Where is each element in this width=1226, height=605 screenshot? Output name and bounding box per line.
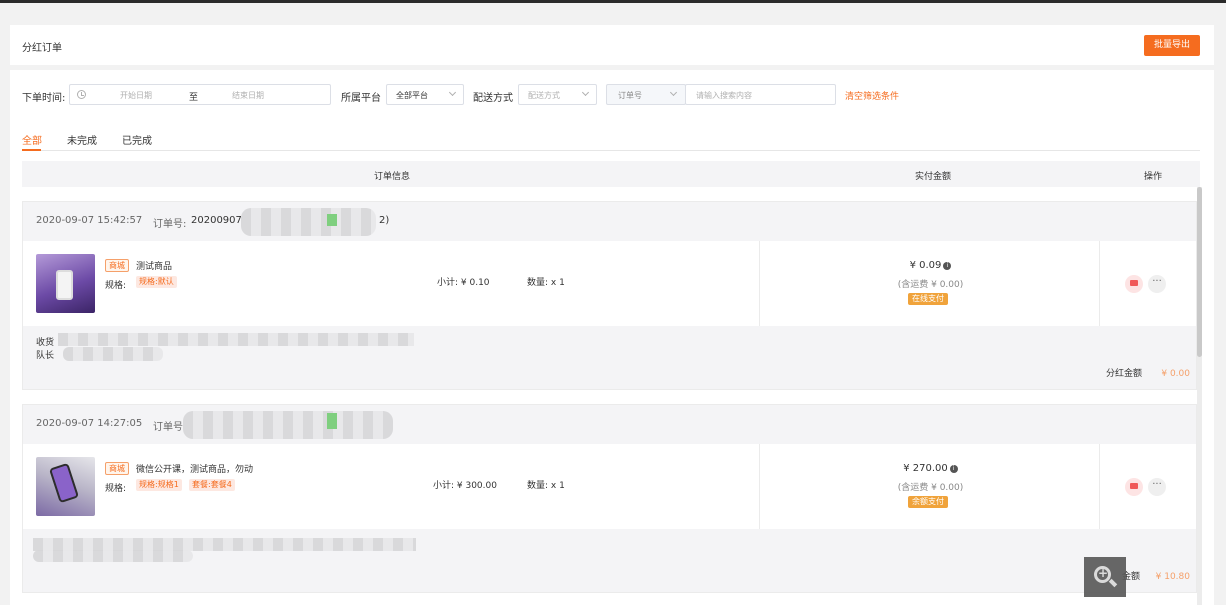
order-time: 2020-09-07 15:42:57 bbox=[36, 215, 143, 226]
shipping-fee: (含运费 ¥ 0.00) bbox=[897, 483, 964, 493]
search-type-select[interactable]: 订单号 bbox=[606, 84, 686, 105]
delivery-select-placeholder: 配送方式 bbox=[528, 91, 560, 100]
zoom-in-icon[interactable] bbox=[1084, 557, 1126, 597]
tab-all[interactable]: 全部 bbox=[22, 132, 42, 147]
chevron-down-icon bbox=[448, 88, 457, 97]
quantity: 数量: x 1 bbox=[527, 278, 565, 288]
dividend-amount: ¥ 0.00 bbox=[1161, 369, 1190, 379]
shop-tag: 商城 bbox=[105, 259, 129, 272]
phone-image bbox=[48, 462, 80, 504]
clock-icon bbox=[77, 90, 86, 99]
active-tab-indicator bbox=[22, 149, 41, 151]
batch-export-button[interactable]: 批量导出 bbox=[1144, 35, 1200, 56]
main-panel: 下单时间: 开始日期 至 结束日期 所属平台 全部平台 配送方式 配送方式 订单… bbox=[10, 70, 1214, 605]
message-icon[interactable] bbox=[1125, 275, 1143, 293]
subtotal: 小计: ¥ 300.00 bbox=[433, 481, 497, 491]
redacted-leader-info bbox=[63, 347, 163, 361]
phone-image bbox=[56, 270, 73, 300]
column-paid-amount: 实付金额 bbox=[915, 172, 952, 182]
order-footer: 金额 ¥ 10.80 bbox=[23, 530, 1196, 593]
redacted-leader-info bbox=[33, 550, 193, 562]
pay-method-badge: 余额支付 bbox=[908, 496, 948, 508]
spec-label: 规格: bbox=[105, 484, 127, 494]
table-header: 订单信息 实付金额 操作 bbox=[22, 161, 1200, 187]
redacted-order-no bbox=[241, 208, 376, 236]
paid-amount: ¥ 0.09 i bbox=[763, 260, 1098, 271]
order-footer: 收货 队长 分红金额 ¥ 0.00 bbox=[23, 327, 1196, 390]
chevron-down-icon bbox=[581, 88, 590, 97]
info-icon[interactable]: i bbox=[949, 465, 958, 473]
order-no-value: 20200907 bbox=[191, 215, 242, 226]
subtotal: 小计: ¥ 0.10 bbox=[437, 278, 490, 288]
search-input[interactable]: 请输入搜索内容 bbox=[685, 84, 836, 105]
scrollbar-thumb[interactable] bbox=[1197, 187, 1202, 357]
paid-amount-value: ¥ 270.00 bbox=[903, 463, 948, 474]
order-no-tail: 2) bbox=[379, 215, 390, 226]
vertical-scrollbar[interactable] bbox=[1197, 187, 1202, 605]
order-time-label: 下单时间: bbox=[22, 93, 66, 104]
page-title: 分红订单 bbox=[22, 43, 62, 54]
leader-label: 队长 bbox=[36, 351, 55, 361]
redacted-receiver-info bbox=[58, 333, 414, 346]
spec-tag: 规格:默认 bbox=[136, 276, 177, 288]
product-name: 微信公开课，测试商品，勿动 bbox=[136, 465, 254, 475]
delivery-select[interactable]: 配送方式 bbox=[518, 84, 597, 105]
spec-tag: 规格:规格1 bbox=[136, 479, 182, 491]
range-separator: 至 bbox=[189, 93, 199, 103]
paid-amount-value: ¥ 0.09 bbox=[909, 260, 942, 271]
receiver-label: 收货 bbox=[36, 338, 55, 348]
order-no-label: 订单号 bbox=[153, 422, 183, 433]
search-type-value: 订单号 bbox=[618, 91, 642, 100]
search-input-placeholder: 请输入搜索内容 bbox=[696, 91, 752, 100]
quantity: 数量: x 1 bbox=[527, 481, 565, 491]
clear-filters-link[interactable]: 清空筛选条件 bbox=[845, 89, 899, 102]
column-actions: 操作 bbox=[1144, 172, 1163, 182]
dividend-amount: ¥ 10.80 bbox=[1155, 572, 1190, 582]
platform-select-value: 全部平台 bbox=[396, 91, 428, 100]
pay-method-badge: 在线支付 bbox=[908, 293, 948, 305]
order-header: 2020-09-07 15:42:57 订单号: 20200907 2) bbox=[23, 202, 1196, 240]
window-top-border bbox=[0, 0, 1226, 3]
chevron-down-icon bbox=[669, 88, 678, 97]
zoom-handle bbox=[1108, 578, 1118, 588]
order-time: 2020-09-07 14:27:05 bbox=[36, 418, 143, 429]
column-divider bbox=[759, 444, 760, 529]
column-divider bbox=[1099, 444, 1100, 529]
order-card: 2020-09-07 15:42:57 订单号: 20200907 2) 商城 … bbox=[22, 201, 1197, 390]
delivery-label: 配送方式 bbox=[473, 93, 513, 104]
product-thumbnail[interactable] bbox=[36, 254, 95, 313]
spec-label: 规格: bbox=[105, 281, 127, 291]
product-thumbnail[interactable] bbox=[36, 457, 95, 516]
redaction-mark bbox=[327, 413, 337, 429]
dividend-label: 分红金额 bbox=[1105, 369, 1142, 379]
order-item-row: 商城 微信公开课，测试商品，勿动 规格: 规格:规格1 套餐:套餐4 小计: ¥… bbox=[23, 444, 1196, 529]
column-divider bbox=[1099, 241, 1100, 326]
order-item-row: 商城 测试商品 规格: 规格:默认 小计: ¥ 0.10 数量: x 1 ¥ 0… bbox=[23, 241, 1196, 326]
shipping-fee: (含运费 ¥ 0.00) bbox=[897, 280, 964, 290]
paid-amount: ¥ 270.00 i bbox=[763, 463, 1098, 474]
page-header: 分红订单 批量导出 bbox=[10, 25, 1214, 65]
date-range-picker[interactable]: 开始日期 至 结束日期 bbox=[69, 84, 331, 105]
more-icon[interactable]: ··· bbox=[1148, 478, 1166, 496]
column-order-info: 订单信息 bbox=[374, 172, 411, 182]
tab-completed[interactable]: 已完成 bbox=[122, 132, 152, 147]
product-name: 测试商品 bbox=[136, 262, 173, 272]
message-icon[interactable] bbox=[1125, 478, 1143, 496]
shop-tag: 商城 bbox=[105, 462, 129, 475]
order-header: 2020-09-07 14:27:05 订单号 bbox=[23, 405, 1196, 443]
column-divider bbox=[759, 241, 760, 326]
redaction-mark bbox=[327, 214, 337, 226]
order-card: 2020-09-07 14:27:05 订单号 商城 微信公开课，测试商品，勿动… bbox=[22, 404, 1197, 593]
tab-incomplete[interactable]: 未完成 bbox=[67, 132, 97, 147]
platform-select[interactable]: 全部平台 bbox=[386, 84, 464, 105]
order-no-label: 订单号: bbox=[153, 219, 187, 230]
platform-label: 所属平台 bbox=[341, 93, 381, 104]
redacted-order-no bbox=[183, 411, 393, 439]
spec-tag: 套餐:套餐4 bbox=[189, 479, 235, 491]
info-icon[interactable]: i bbox=[943, 262, 952, 270]
start-date-input[interactable]: 开始日期 bbox=[120, 90, 152, 101]
end-date-input[interactable]: 结束日期 bbox=[232, 90, 264, 101]
status-tabs: 全部 未完成 已完成 bbox=[22, 130, 1200, 151]
more-icon[interactable]: ··· bbox=[1148, 275, 1166, 293]
